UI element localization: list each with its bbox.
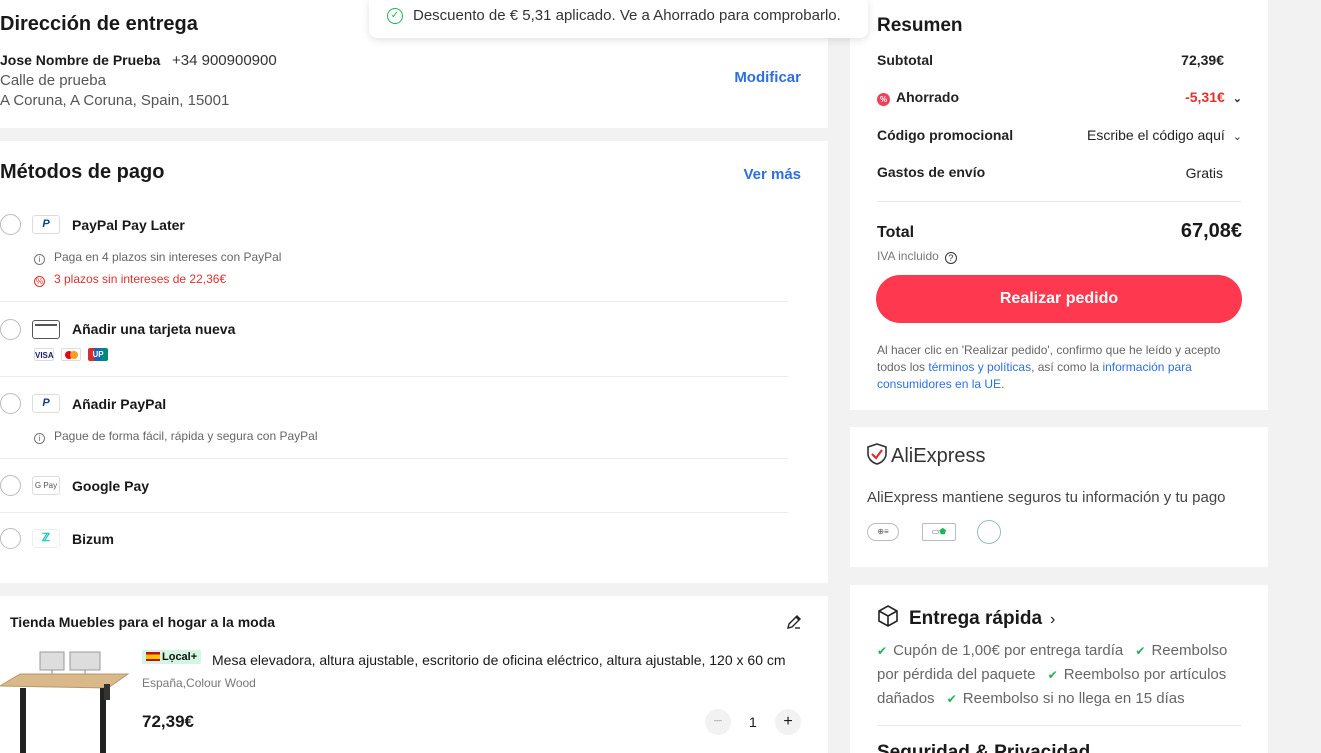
- payment-methods-card: Métodos de pago Ver más P PayPal Pay Lat…: [0, 141, 828, 583]
- toast-message: Descuento de € 5,31 aplicado. Ve a Ahorr…: [413, 7, 841, 24]
- secure-payment-badge-icon: ▭⬟: [922, 523, 956, 541]
- percent-icon: %: [34, 276, 45, 287]
- address-line-1: Calle de prueba: [0, 72, 106, 89]
- pencil-icon[interactable]: [786, 614, 802, 635]
- vat-included: IVA incluido?: [877, 249, 957, 264]
- fast-delivery-title[interactable]: Entrega rápida ›: [877, 605, 1055, 633]
- payment-method-label: Añadir PayPal: [72, 396, 167, 412]
- feature-item: ✔ Reembolso si no llega en 15 días: [946, 690, 1185, 707]
- terms-link[interactable]: términos y políticas: [928, 360, 1031, 374]
- chevron-down-icon: ⌄: [1232, 131, 1242, 143]
- radio-bizum[interactable]: [0, 528, 21, 549]
- unionpay-icon: UP: [88, 348, 108, 361]
- chevron-down-icon: ⌄: [1232, 93, 1242, 105]
- security-text: AliExpress mantiene seguros tu informaci…: [867, 489, 1226, 506]
- promo-label: Código promocional: [877, 127, 1014, 143]
- total-value: 67,08€: [1180, 220, 1242, 242]
- increase-quantity-button[interactable]: +: [775, 709, 801, 735]
- saved-value-toggle[interactable]: -5,31€ ⌄: [1185, 89, 1242, 105]
- fast-delivery-card: Entrega rápida › ✔ Cupón de 1,00€ por entr…: [850, 585, 1268, 753]
- quantity-value: 1: [749, 714, 757, 730]
- payment-method-label: Google Pay: [72, 478, 150, 494]
- chevron-right-icon: ›: [1050, 611, 1056, 628]
- legal-text: Al hacer clic en 'Realizar pedido', conf…: [877, 343, 1221, 391]
- local-plus-badge: Lọcal+: [142, 650, 202, 664]
- divider: [877, 725, 1241, 726]
- store-name: Tienda Muebles para el hogar a la moda: [10, 614, 276, 630]
- modify-address-link[interactable]: Modificar: [734, 69, 801, 86]
- visa-icon: VISA: [34, 348, 54, 361]
- seal-badge-icon: [977, 520, 1001, 544]
- check-circle-icon: ✓: [387, 8, 403, 24]
- shipping-label: Gastos de envío: [877, 164, 986, 180]
- info-text: i Pague de forma fácil, rápida y segura c…: [34, 429, 317, 444]
- shield-check-icon: [867, 443, 887, 471]
- package-icon: [877, 605, 899, 633]
- help-icon[interactable]: ?: [944, 252, 957, 264]
- certification-badge-icon: ⊕≡: [867, 523, 899, 541]
- info-text: i Paga en 4 plazos sin intereses con PayP…: [34, 250, 281, 265]
- delivery-features: ✔ Cupón de 1,00€ por entrega tardía ✔ Reem…: [877, 639, 1247, 711]
- promo-code-toggle[interactable]: Escribe el código aquí ⌄: [1087, 127, 1242, 143]
- product-thumbnail[interactable]: [0, 646, 130, 753]
- info-icon: i: [34, 433, 45, 444]
- aliexpress-logo: AliExpress: [867, 443, 985, 471]
- credit-card-icon: [32, 320, 60, 339]
- divider: [0, 301, 788, 302]
- subtotal-label: Subtotal: [877, 52, 933, 68]
- shipping-value: Gratis: [1185, 165, 1223, 181]
- check-icon: ✔: [1135, 644, 1146, 658]
- mastercard-icon: [61, 348, 81, 361]
- check-icon: ✔: [1047, 668, 1058, 682]
- radio-new-card[interactable]: [0, 319, 21, 340]
- divider: [0, 376, 788, 377]
- subtotal-value: 72,39€: [1181, 52, 1224, 68]
- payment-method-label: Añadir una tarjeta nueva: [72, 321, 236, 337]
- store-order-card: Tienda Muebles para el hogar a la moda L…: [0, 596, 828, 753]
- check-icon: ✔: [877, 644, 888, 658]
- radio-google-pay[interactable]: [0, 475, 21, 496]
- payment-title: Métodos de pago: [0, 161, 165, 183]
- order-summary-card: Resumen Subtotal 72,39€ % Ahorrado -5,31€…: [850, 0, 1268, 410]
- divider: [877, 201, 1241, 202]
- security-card: AliExpress AliExpress mantiene seguros t…: [850, 427, 1268, 567]
- feature-item: ✔ Cupón de 1,00€ por entrega tardía: [877, 642, 1124, 659]
- security-privacy-title[interactable]: Seguridad & Privacidad: [877, 742, 1090, 753]
- spain-flag-icon: [146, 652, 160, 661]
- product-variant: España,Colour Wood: [142, 676, 256, 690]
- paypal-icon: P: [32, 394, 60, 413]
- total-label: Total: [877, 224, 915, 241]
- info-icon: i: [34, 254, 45, 265]
- see-more-link[interactable]: Ver más: [743, 166, 801, 183]
- divider: [0, 458, 788, 459]
- recipient-phone: +34 900900900: [172, 52, 277, 69]
- decrease-quantity-button[interactable]: −: [705, 709, 731, 735]
- discount-toast: ✓ Descuento de € 5,31 aplicado. Ve a Aho…: [369, 0, 868, 38]
- discount-icon: %: [877, 93, 890, 106]
- radio-paypal-pay-later[interactable]: [0, 214, 21, 235]
- place-order-button[interactable]: Realizar pedido: [876, 275, 1242, 323]
- google-pay-icon: G Pay: [32, 476, 60, 495]
- summary-title: Resumen: [877, 15, 963, 36]
- product-price: 72,39€: [142, 712, 194, 731]
- installments-text: % 3 plazos sin intereses de 22,36€: [34, 272, 227, 287]
- check-icon: ✔: [946, 692, 957, 706]
- radio-add-paypal[interactable]: [0, 393, 21, 414]
- divider: [0, 512, 788, 513]
- paypal-icon: P: [32, 215, 60, 234]
- payment-method-label: Bizum: [72, 531, 114, 547]
- recipient-name: Jose Nombre de Prueba: [0, 52, 161, 68]
- bizum-icon: ℤ: [32, 529, 60, 548]
- product-title[interactable]: Mesa elevadora, altura ajustable, escrit…: [212, 652, 802, 668]
- payment-method-label: PayPal Pay Later: [72, 217, 185, 233]
- address-line-2: A Coruna, A Coruna, Spain, 15001: [0, 92, 230, 109]
- saved-row: % Ahorrado: [877, 89, 959, 106]
- address-title: Dirección de entrega: [0, 13, 198, 35]
